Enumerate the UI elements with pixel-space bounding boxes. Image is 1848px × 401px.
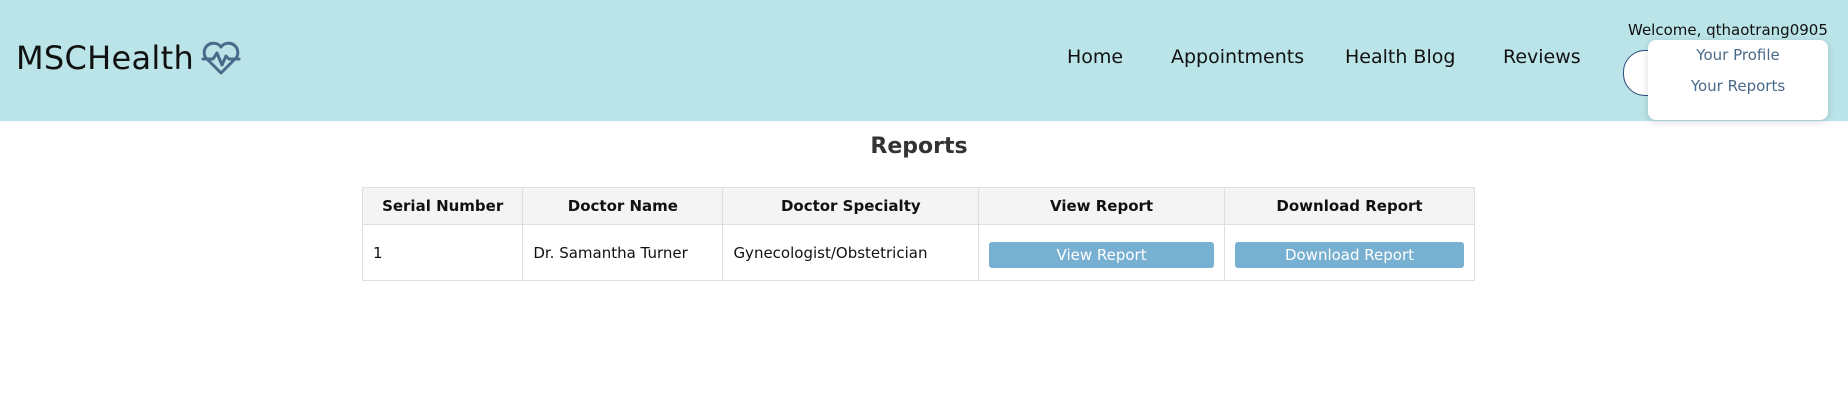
cell-download: Download Report (1223, 224, 1476, 281)
header-doctor-specialty: Doctor Specialty (722, 187, 980, 225)
nav-reviews[interactable]: Reviews (1503, 46, 1581, 68)
view-report-button[interactable]: View Report (989, 241, 1214, 268)
cell-serial: 1 (361, 224, 524, 281)
header-doctor-name: Doctor Name (522, 187, 724, 225)
header-view-report: View Report (978, 187, 1225, 225)
nav-health-blog[interactable]: Health Blog (1345, 46, 1455, 68)
table-header-row: Serial Number Doctor Name Doctor Special… (361, 187, 1476, 225)
download-report-button[interactable]: Download Report (1234, 241, 1464, 268)
dropdown-your-reports[interactable]: Your Reports (1648, 77, 1828, 95)
table-row: 1 Dr. Samantha Turner Gynecologist/Obste… (361, 224, 1476, 281)
cell-view: View Report (978, 224, 1225, 281)
reports-table: Serial Number Doctor Name Doctor Special… (361, 187, 1476, 281)
cell-specialty: Gynecologist/Obstetrician (722, 224, 980, 281)
account-dropdown: Your Profile Your Reports (1648, 40, 1828, 120)
header-serial-number: Serial Number (361, 187, 524, 225)
site-header: MSCHealth Home Appointments Health Blog … (0, 0, 1848, 121)
nav-home[interactable]: Home (1067, 46, 1123, 68)
page-title: Reports (870, 134, 968, 159)
dropdown-your-profile[interactable]: Your Profile (1648, 46, 1828, 64)
welcome-text: Welcome, qthaotrang0905 (1628, 21, 1828, 39)
brand-name[interactable]: MSCHealth (16, 39, 194, 77)
header-download-report: Download Report (1223, 187, 1476, 225)
cell-doctor: Dr. Samantha Turner (522, 224, 724, 281)
nav-appointments[interactable]: Appointments (1171, 46, 1304, 68)
heart-pulse-icon (201, 41, 241, 75)
brand-logo[interactable]: MSCHealth (16, 36, 242, 80)
